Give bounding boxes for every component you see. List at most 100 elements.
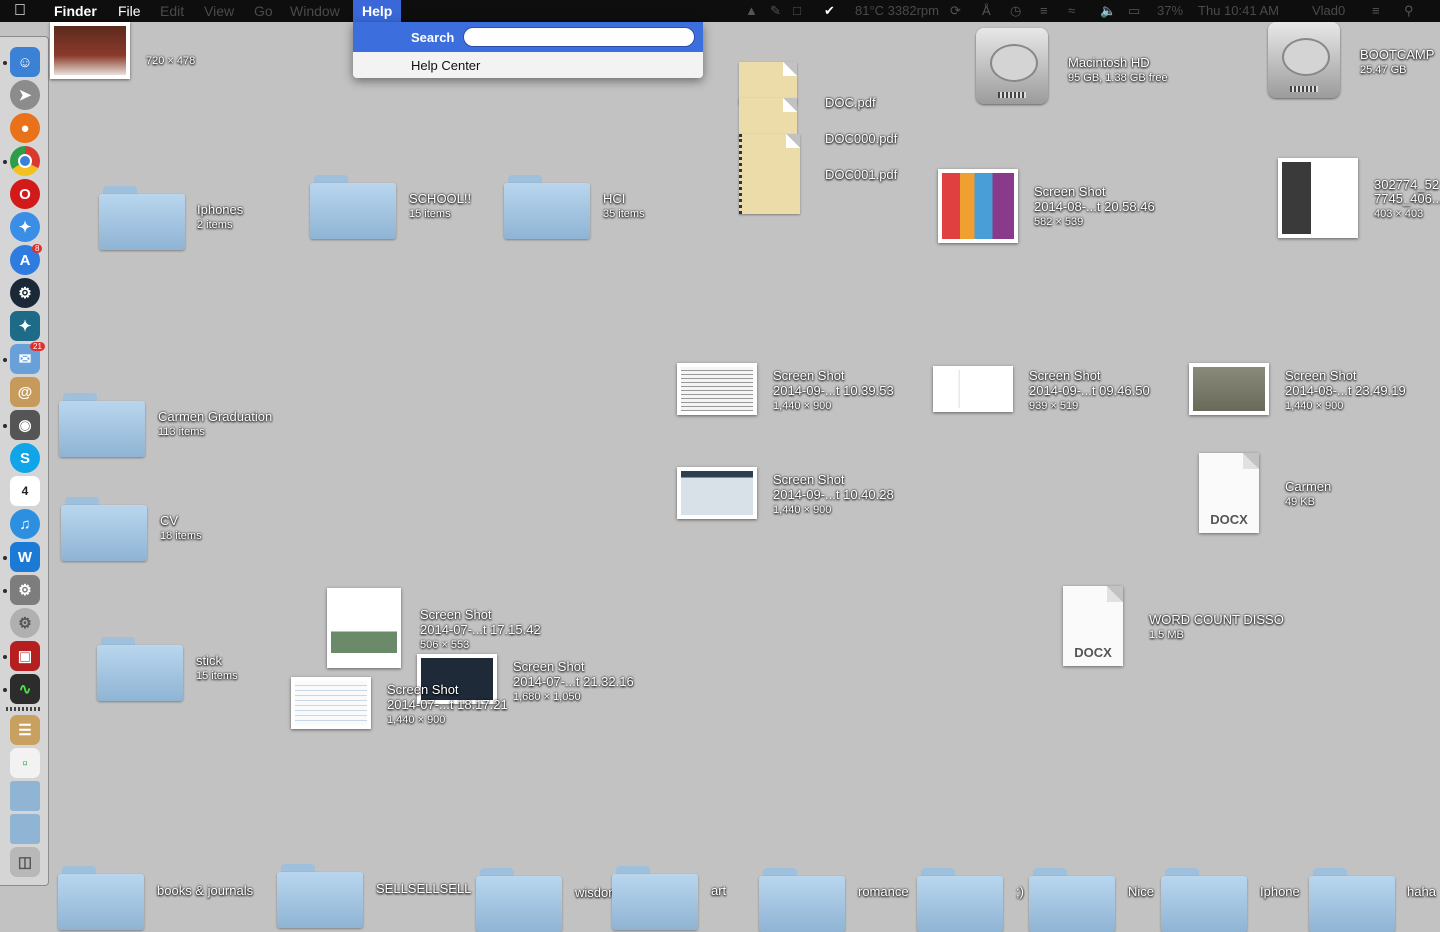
time-machine-icon[interactable]: ◷: [1010, 2, 1021, 20]
folder-name[interactable]: stick: [196, 653, 222, 668]
folder-name[interactable]: ;): [1016, 884, 1024, 899]
launchpad-icon[interactable]: ➤: [10, 80, 40, 110]
facetime-icon[interactable]: ◉: [10, 410, 40, 440]
file-name-line2[interactable]: 7745_406...: [1374, 191, 1440, 206]
image-thumbnail[interactable]: [1278, 158, 1358, 238]
file-name-line2[interactable]: 2014-07-...t 17.15.42: [420, 622, 541, 637]
file-name-line2[interactable]: 2014-07-...t 21.32.16: [513, 674, 634, 689]
menu-finder[interactable]: Finder: [54, 0, 97, 22]
hard-drive-icon[interactable]: [974, 28, 1050, 110]
screenshot-thumbnail[interactable]: [327, 588, 401, 668]
file-name-line1[interactable]: Screen Shot: [513, 659, 585, 674]
drive-name[interactable]: Macintosh HD: [1068, 55, 1150, 70]
folder-icon[interactable]: [759, 868, 845, 932]
calendar-icon[interactable]: 4: [10, 476, 40, 506]
screenshot-thumbnail[interactable]: [938, 169, 1018, 243]
folder-icon[interactable]: [504, 175, 590, 239]
sync-icon[interactable]: ⟳: [950, 2, 961, 20]
file-name-line1[interactable]: Screen Shot: [420, 607, 492, 622]
skype-icon[interactable]: S: [10, 443, 40, 473]
battery-icon[interactable]: ▭: [1128, 2, 1140, 20]
file-name-line2[interactable]: 2014-08-...t 23.49.19: [1285, 383, 1406, 398]
folder-icon[interactable]: [58, 866, 144, 930]
spotlight-search-icon[interactable]: ⚲: [1404, 2, 1414, 20]
folder-icon[interactable]: [310, 175, 396, 239]
photo-booth-icon[interactable]: ▣: [10, 641, 40, 671]
menu-file[interactable]: File: [118, 0, 141, 22]
folder-name[interactable]: Carmen Graduation: [158, 409, 272, 424]
pdf-file-icon[interactable]: [739, 134, 800, 214]
folder-icon[interactable]: [59, 393, 145, 457]
battery-percent[interactable]: 37%: [1157, 0, 1183, 22]
folder-name[interactable]: HCI: [603, 191, 625, 206]
temperature-readout[interactable]: 81°C 3382rpm: [855, 0, 939, 22]
folder-icon[interactable]: [99, 186, 185, 250]
list-icon[interactable]: ≡: [1372, 2, 1380, 20]
steam-icon[interactable]: ⚙: [10, 278, 40, 308]
itunes-icon[interactable]: ♫: [10, 509, 40, 539]
hard-drive-icon[interactable]: [1266, 22, 1342, 104]
user-name[interactable]: Vlad0: [1312, 0, 1345, 22]
folder-stack-icon[interactable]: [10, 781, 40, 811]
folder-name[interactable]: Iphone: [1260, 884, 1300, 899]
pdf-name[interactable]: DOC001.pdf: [825, 167, 897, 182]
folder-name[interactable]: Nice: [1128, 884, 1154, 899]
check-icon[interactable]: ✔: [824, 2, 835, 20]
dreamweaver-icon[interactable]: ✦: [10, 311, 40, 341]
file-name-line1[interactable]: Screen Shot: [387, 682, 459, 697]
menu-extra-icon[interactable]: ≡: [1040, 2, 1048, 20]
volume-icon[interactable]: 🔈: [1100, 2, 1116, 20]
folder-icon[interactable]: [1029, 868, 1115, 932]
clock[interactable]: Thu 10:41 AM: [1198, 0, 1279, 22]
file-name-line2[interactable]: 2014-09-...t 10.40.28: [773, 487, 894, 502]
screenshot-thumbnail[interactable]: [933, 366, 1013, 412]
window-icon[interactable]: □: [793, 2, 801, 20]
help-search-input[interactable]: [463, 27, 695, 47]
folder-icon[interactable]: [1161, 868, 1247, 932]
file-name-line2[interactable]: 2014-09-...t 09.46.50: [1029, 383, 1150, 398]
downloads-stack-icon[interactable]: [10, 814, 40, 844]
disk-utility-icon[interactable]: ⚙: [10, 608, 40, 638]
docx-file-icon[interactable]: DOCX: [1199, 453, 1259, 533]
docx-name[interactable]: Carmen: [1285, 479, 1331, 494]
menu-help[interactable]: Help: [353, 0, 402, 22]
bluetooth-icon[interactable]: Å: [982, 2, 991, 20]
folder-name[interactable]: art: [711, 883, 726, 898]
chrome-icon[interactable]: [10, 146, 40, 176]
folder-icon[interactable]: [97, 637, 183, 701]
menu-view[interactable]: View: [204, 0, 234, 22]
folder-name[interactable]: Iphones: [197, 202, 243, 217]
screenshot-thumbnail[interactable]: [291, 677, 371, 729]
file-name-line1[interactable]: Screen Shot: [773, 472, 845, 487]
folder-name[interactable]: books & journals: [157, 883, 253, 898]
help-center-item[interactable]: Help Center: [411, 58, 480, 73]
folder-name[interactable]: romance: [858, 884, 909, 899]
menu-go[interactable]: Go: [254, 0, 273, 22]
document-icon[interactable]: ▫: [10, 748, 40, 778]
file-name-line2[interactable]: 2014-07-...t 18.17.21: [387, 697, 508, 712]
folder-name[interactable]: SCHOOL!!: [409, 191, 471, 206]
docx-name[interactable]: WORD COUNT DISSO: [1149, 612, 1284, 627]
screenshot-thumbnail[interactable]: [677, 363, 757, 415]
pdf-name[interactable]: DOC000.pdf: [825, 131, 897, 146]
file-name-line2[interactable]: 2014-09-...t 10.39.53: [773, 383, 894, 398]
finder-icon[interactable]: ☺: [10, 47, 40, 77]
folder-name[interactable]: SELLSELLSELL: [376, 881, 471, 896]
folder-name[interactable]: CV: [160, 513, 178, 528]
folder-icon[interactable]: [277, 864, 363, 928]
folder-icon[interactable]: [61, 497, 147, 561]
screenshot-thumbnail[interactable]: [677, 467, 757, 519]
file-name-line1[interactable]: Screen Shot: [1034, 184, 1106, 199]
drive-name[interactable]: BOOTCAMP: [1360, 47, 1434, 62]
folder-icon[interactable]: [1309, 868, 1395, 932]
pdf-name[interactable]: DOC.pdf: [825, 95, 876, 110]
system-preferences-icon[interactable]: ⚙: [10, 575, 40, 605]
activity-monitor-icon[interactable]: ∿: [10, 674, 40, 704]
folder-icon[interactable]: [612, 866, 698, 930]
notes-icon[interactable]: ☰: [10, 715, 40, 745]
file-name-line1[interactable]: Screen Shot: [1285, 368, 1357, 383]
apple-menu-icon[interactable]: : [14, 0, 26, 22]
file-name-line1[interactable]: 302774_52: [1374, 177, 1439, 192]
folder-icon[interactable]: [917, 868, 1003, 932]
contacts-icon[interactable]: @: [10, 377, 40, 407]
